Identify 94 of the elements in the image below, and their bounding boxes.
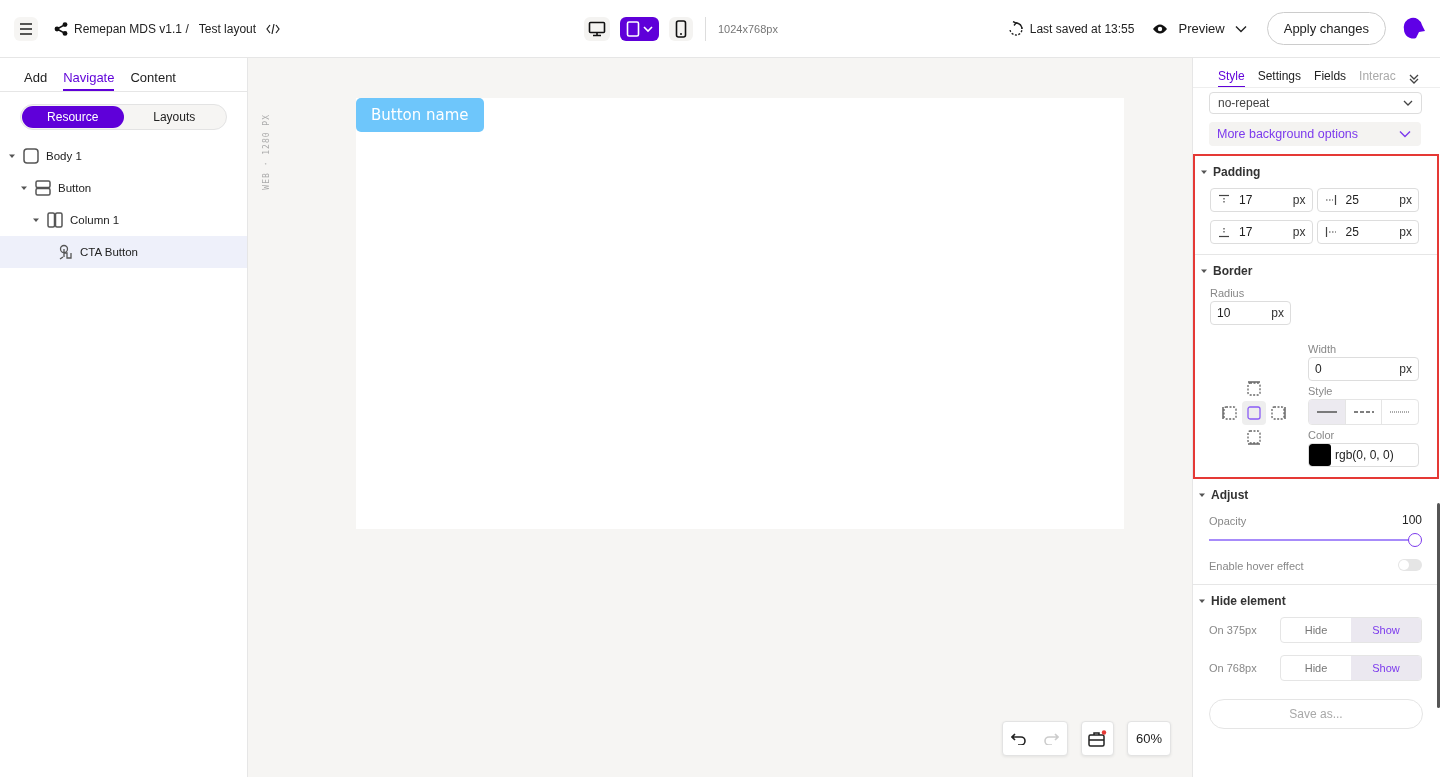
- field-label: On 768px: [1209, 662, 1257, 674]
- caret-icon[interactable]: [20, 184, 28, 192]
- segment-tab[interactable]: Resource: [22, 106, 124, 128]
- border-side-icon: [1246, 381, 1262, 397]
- tablet-icon: [626, 20, 640, 37]
- menu-button[interactable]: [14, 16, 38, 41]
- border-side-button[interactable]: [1242, 401, 1266, 425]
- chevron-down-icon: [643, 24, 653, 33]
- menu-icon: [19, 22, 33, 35]
- field-label: Width: [1308, 343, 1338, 355]
- caret-icon[interactable]: [32, 216, 40, 224]
- tree-item[interactable]: CTA Button: [0, 236, 247, 268]
- section-title: Hide element: [1211, 594, 1286, 608]
- zoom-button[interactable]: 60%: [1126, 721, 1171, 756]
- briefcase-button[interactable]: [1080, 721, 1114, 756]
- caret-icon[interactable]: [1198, 597, 1206, 605]
- panel-tab[interactable]: Fields: [1314, 69, 1347, 87]
- field-label: On 375px: [1209, 624, 1257, 636]
- code-icon[interactable]: [266, 22, 281, 35]
- panel-tab[interactable]: Style: [1218, 69, 1245, 87]
- section-title: Padding: [1213, 165, 1261, 179]
- panel-tab[interactable]: Settings: [1257, 69, 1302, 87]
- visibility-option[interactable]: Show: [1351, 618, 1421, 642]
- chevron-down-icon: [1234, 24, 1247, 33]
- padding-field[interactable]: 17 px: [1210, 188, 1313, 212]
- field-label: Opacity: [1209, 515, 1247, 527]
- visibility-option[interactable]: Hide: [1281, 656, 1351, 680]
- share-icon: [54, 21, 68, 36]
- opacity-slider[interactable]: [1209, 533, 1422, 548]
- section-title: Border: [1213, 264, 1253, 278]
- repeat-select[interactable]: no-repeat: [1209, 92, 1422, 114]
- last-saved-text: Last saved at 13:55: [1029, 21, 1135, 36]
- padding-side-icon: [1217, 194, 1231, 206]
- border-side-icon: [1246, 405, 1262, 421]
- border-width-field[interactable]: 0 px: [1308, 357, 1419, 381]
- tree-item[interactable]: Button: [0, 172, 247, 204]
- color-swatch[interactable]: [1309, 444, 1331, 466]
- tree-item[interactable]: Column 1: [0, 204, 247, 236]
- opacity-value: 100: [1401, 513, 1422, 527]
- history-icon: [1007, 20, 1024, 37]
- resolution-label: 1024x768px: [718, 22, 778, 35]
- double-chevron-icon[interactable]: [1408, 72, 1419, 85]
- visibility-option[interactable]: Hide: [1281, 618, 1351, 642]
- padding-field[interactable]: 17 px: [1210, 220, 1313, 244]
- viewport-label: WEB · 1280 PX: [262, 114, 271, 190]
- pointer-icon: [58, 244, 74, 260]
- panel-tab[interactable]: Add: [24, 70, 48, 91]
- padding-field[interactable]: 25 px: [1316, 188, 1419, 212]
- padding-side-icon: [1217, 226, 1231, 238]
- padding-field[interactable]: 25 px: [1316, 220, 1419, 244]
- rows-icon: [34, 179, 52, 197]
- eye-icon: [1152, 22, 1169, 35]
- color-field[interactable]: rgb(0, 0, 0): [1308, 443, 1419, 467]
- padding-side-icon: [1323, 194, 1338, 206]
- square-icon: [22, 147, 40, 165]
- segment-tab[interactable]: Layouts: [123, 106, 225, 128]
- section-title: Adjust: [1211, 488, 1249, 502]
- border-side-icon: [1246, 429, 1262, 445]
- briefcase-icon: [1087, 729, 1108, 748]
- columns-icon: [46, 211, 64, 229]
- line-style-icon: [1315, 410, 1338, 414]
- tree-item[interactable]: Body 1: [0, 140, 247, 172]
- field-label: Enable hover effect: [1209, 560, 1304, 572]
- padding-side-icon: [1323, 226, 1338, 238]
- page-name[interactable]: Test layout: [198, 21, 257, 36]
- field-label: Radius: [1210, 287, 1246, 299]
- caret-icon[interactable]: [1198, 491, 1206, 499]
- panel-tab[interactable]: Navigate: [63, 70, 115, 91]
- panel-tab[interactable]: Content: [130, 70, 176, 91]
- border-side-icon: [1222, 405, 1238, 421]
- solid-style-button[interactable]: [1309, 400, 1346, 424]
- phone-icon: [675, 19, 687, 38]
- field-label: Style: [1308, 385, 1334, 397]
- tablet-view-button[interactable]: [620, 16, 659, 41]
- more-background-options-button[interactable]: More background options: [1209, 122, 1421, 146]
- scrollbar[interactable]: [1437, 503, 1440, 708]
- caret-icon[interactable]: [1200, 267, 1208, 275]
- caret-icon[interactable]: [1200, 168, 1208, 176]
- preview-button[interactable]: Preview: [1152, 21, 1247, 36]
- chevron-down-icon: [1403, 100, 1413, 106]
- line-style-icon: [1352, 410, 1375, 414]
- line-style-icon: [1389, 410, 1412, 414]
- caret-icon[interactable]: [8, 152, 16, 160]
- undo-icon[interactable]: [1010, 732, 1027, 745]
- hover-toggle[interactable]: [1398, 559, 1422, 571]
- border-side-icon: [1270, 405, 1286, 421]
- monitor-icon: [588, 20, 606, 37]
- desktop-view-button[interactable]: [584, 16, 610, 41]
- field-label: Color: [1308, 429, 1336, 441]
- phone-view-button[interactable]: [669, 16, 693, 41]
- radius-field[interactable]: 10 px: [1210, 301, 1291, 325]
- visibility-option[interactable]: Show: [1351, 656, 1421, 680]
- chevron-down-icon: [1399, 130, 1411, 138]
- project-name[interactable]: Remepan MDS v1.1 /: [74, 21, 189, 36]
